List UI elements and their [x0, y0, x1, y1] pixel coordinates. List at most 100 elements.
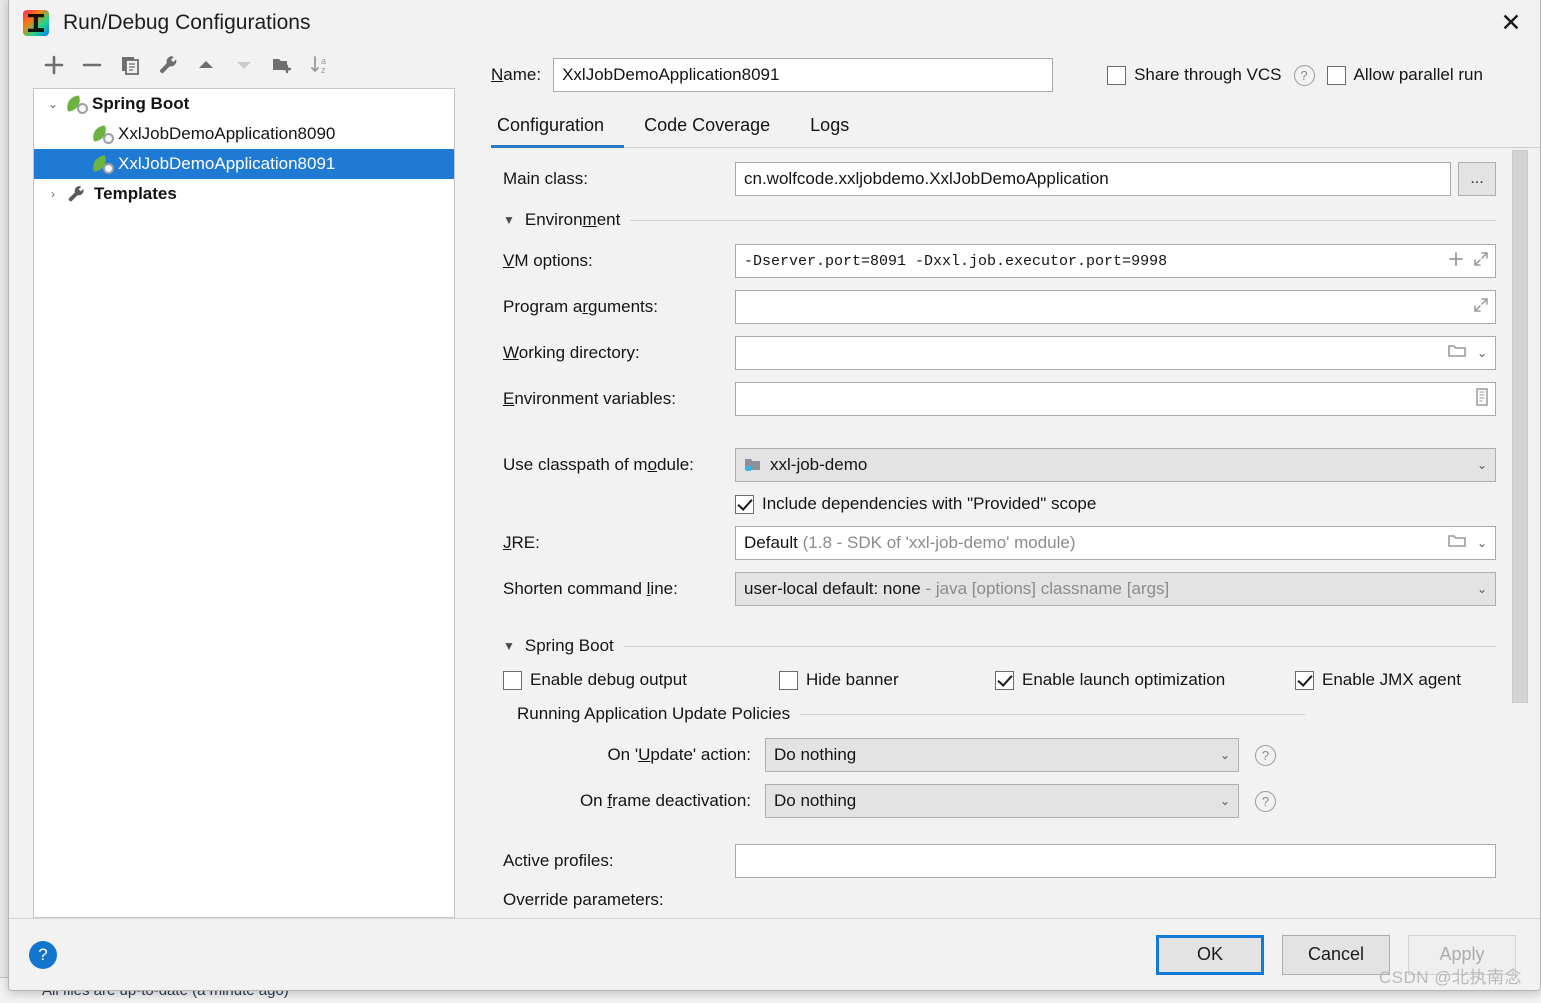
new-folder-button[interactable] — [265, 50, 299, 80]
edit-variables-icon[interactable] — [1475, 387, 1489, 411]
enable-debug-output-label: Enable debug output — [530, 670, 687, 689]
chevron-down-icon[interactable]: ⌄ — [1218, 794, 1232, 808]
dialog-title: Run/Debug Configurations — [63, 11, 311, 34]
spring-boot-section-header[interactable]: ▼ Spring Boot — [503, 636, 1496, 656]
folder-icon[interactable] — [1448, 533, 1466, 554]
configuration-form: Main class: cn.wolfcode.xxljobdemo.XxlJo… — [491, 148, 1540, 918]
chevron-down-icon[interactable]: ⌄ — [1475, 582, 1489, 596]
spring-boot-section-title: Spring Boot — [524, 636, 614, 655]
on-update-action-label: On 'Update' action: — [607, 745, 751, 764]
jre-value-hint: (1.8 - SDK of 'xxl-job-demo' module) — [802, 533, 1076, 552]
shorten-command-line-select[interactable]: user-local default: none - java [options… — [735, 572, 1496, 606]
enable-launch-optimization-label: Enable launch optimization — [1022, 670, 1226, 689]
chevron-down-icon[interactable]: ⌄ — [1218, 748, 1232, 762]
main-class-browse-button[interactable]: ... — [1458, 162, 1496, 196]
share-through-vcs-help-icon[interactable]: ? — [1293, 64, 1315, 86]
tree-node-label: Templates — [94, 184, 177, 203]
classpath-module-label: Use classpath of module: — [503, 455, 694, 474]
move-down-button[interactable] — [227, 50, 261, 80]
jre-select[interactable]: Default (1.8 - SDK of 'xxl-job-demo' mod… — [735, 526, 1496, 560]
chevron-down-icon[interactable]: ⌄ — [1475, 346, 1489, 360]
section-divider — [800, 713, 1306, 715]
include-provided-row: Include dependencies with "Provided" sco… — [503, 494, 1496, 514]
share-through-vcs-checkbox[interactable]: Share through VCS — [1107, 65, 1282, 85]
update-policies-title: Running Application Update Policies — [517, 704, 791, 723]
triangle-down-icon[interactable]: ▼ — [503, 213, 515, 227]
spring-boot-icon — [90, 154, 114, 174]
name-input[interactable] — [553, 58, 1054, 92]
on-frame-deactivation-select[interactable]: Do nothing ⌄ — [765, 784, 1239, 818]
main-class-row: Main class: cn.wolfcode.xxljobdemo.XxlJo… — [503, 162, 1496, 196]
checkbox-box[interactable] — [779, 670, 798, 690]
wrench-icon — [66, 184, 88, 204]
environment-variables-row: Environment variables: — [503, 382, 1496, 416]
tab-code-coverage[interactable]: Code Coverage — [624, 115, 790, 147]
include-provided-scope-label: Include dependencies with "Provided" sco… — [762, 494, 1097, 513]
add-configuration-button[interactable] — [37, 50, 71, 80]
enable-launch-optimization-checkbox[interactable]: Enable launch optimization — [995, 670, 1295, 690]
enable-jmx-agent-checkbox[interactable]: Enable JMX agent — [1295, 670, 1461, 690]
copy-configuration-button[interactable] — [113, 50, 147, 80]
move-up-button[interactable] — [189, 50, 223, 80]
on-frame-deactivation-help-icon[interactable]: ? — [1255, 790, 1276, 812]
active-profiles-input[interactable] — [735, 844, 1496, 878]
on-update-action-help-icon[interactable]: ? — [1255, 744, 1276, 766]
insert-macro-icon[interactable] — [1448, 251, 1464, 272]
include-provided-scope-checkbox[interactable]: Include dependencies with "Provided" sco… — [735, 494, 1096, 514]
classpath-module-row: Use classpath of module: xxl-job-demo ⌄ — [503, 448, 1496, 482]
tree-node-spring-boot-group[interactable]: ⌄ Spring Boot — [34, 89, 454, 119]
tab-logs[interactable]: Logs — [790, 115, 869, 147]
configurations-tree[interactable]: ⌄ Spring Boot XxlJobDemoApplication8090 … — [33, 88, 455, 918]
checkbox-box[interactable] — [1107, 65, 1127, 85]
vm-options-value: -Dserver.port=8091 -Dxxl.job.executor.po… — [744, 252, 1168, 270]
cancel-button[interactable]: Cancel — [1282, 934, 1390, 975]
chevron-down-icon[interactable]: ⌄ — [40, 97, 66, 111]
expand-editor-icon[interactable] — [1473, 251, 1489, 272]
override-parameters-row: Override parameters: — [503, 890, 1496, 910]
expand-editor-icon[interactable] — [1473, 297, 1489, 318]
chevron-down-icon[interactable]: ⌄ — [1475, 536, 1489, 550]
help-icon[interactable]: ? — [29, 940, 57, 969]
remove-configuration-button[interactable] — [75, 50, 109, 80]
allow-parallel-run-checkbox[interactable]: Allow parallel run — [1326, 65, 1483, 85]
apply-button[interactable]: Apply — [1408, 934, 1516, 975]
checkbox-box[interactable] — [1326, 65, 1346, 85]
edit-templates-wrench-icon[interactable] — [151, 50, 185, 80]
sort-az-icon[interactable]: a z — [303, 50, 337, 80]
checkbox-box[interactable] — [1295, 670, 1314, 690]
checkbox-box[interactable] — [995, 670, 1014, 690]
environment-variables-input[interactable] — [735, 382, 1496, 416]
form-scrollbar[interactable] — [1512, 150, 1528, 890]
tree-node-xxljobdemoapplication8090[interactable]: XxlJobDemoApplication8090 — [34, 119, 454, 149]
configuration-editor-pane: Name: Share through VCS ? Allow parallel… — [479, 46, 1540, 918]
enable-jmx-agent-label: Enable JMX agent — [1322, 670, 1461, 689]
on-update-action-row: On 'Update' action: Do nothing ⌄ ? — [547, 738, 1496, 772]
enable-debug-output-checkbox[interactable]: Enable debug output — [503, 670, 779, 690]
checkbox-box[interactable] — [735, 494, 754, 514]
footer-actions: OK Cancel Apply — [1156, 934, 1516, 975]
tree-node-xxljobdemoapplication8091[interactable]: XxlJobDemoApplication8091 — [34, 149, 454, 179]
working-directory-input[interactable]: ⌄ — [735, 336, 1496, 370]
tree-node-templates[interactable]: › Templates — [34, 179, 454, 209]
close-icon[interactable]: ✕ — [1482, 0, 1540, 46]
dialog-titlebar: Run/Debug Configurations ✕ — [9, 0, 1540, 46]
on-update-action-select[interactable]: Do nothing ⌄ — [765, 738, 1239, 772]
tree-toolbar: a z — [9, 46, 479, 84]
folder-icon[interactable] — [1448, 343, 1466, 364]
chevron-right-icon[interactable]: › — [40, 187, 66, 201]
tab-configuration[interactable]: Configuration — [491, 115, 625, 148]
checkbox-box[interactable] — [503, 670, 522, 690]
vm-options-row: VM options: -Dserver.port=8091 -Dxxl.job… — [503, 244, 1496, 278]
triangle-down-icon[interactable]: ▼ — [503, 639, 515, 653]
main-class-input[interactable]: cn.wolfcode.xxljobdemo.XxlJobDemoApplica… — [735, 162, 1451, 196]
classpath-module-value: xxl-job-demo — [770, 455, 868, 474]
ok-button[interactable]: OK — [1156, 934, 1264, 975]
chevron-down-icon[interactable]: ⌄ — [1475, 458, 1489, 472]
intellij-idea-icon — [23, 10, 49, 36]
form-scrollbar-thumb[interactable] — [1512, 150, 1528, 703]
vm-options-input[interactable]: -Dserver.port=8091 -Dxxl.job.executor.po… — [735, 244, 1496, 278]
program-arguments-input[interactable] — [735, 290, 1496, 324]
hide-banner-checkbox[interactable]: Hide banner — [779, 670, 995, 690]
classpath-module-select[interactable]: xxl-job-demo ⌄ — [735, 448, 1496, 482]
environment-section-header[interactable]: ▼ Environment — [503, 210, 1496, 230]
